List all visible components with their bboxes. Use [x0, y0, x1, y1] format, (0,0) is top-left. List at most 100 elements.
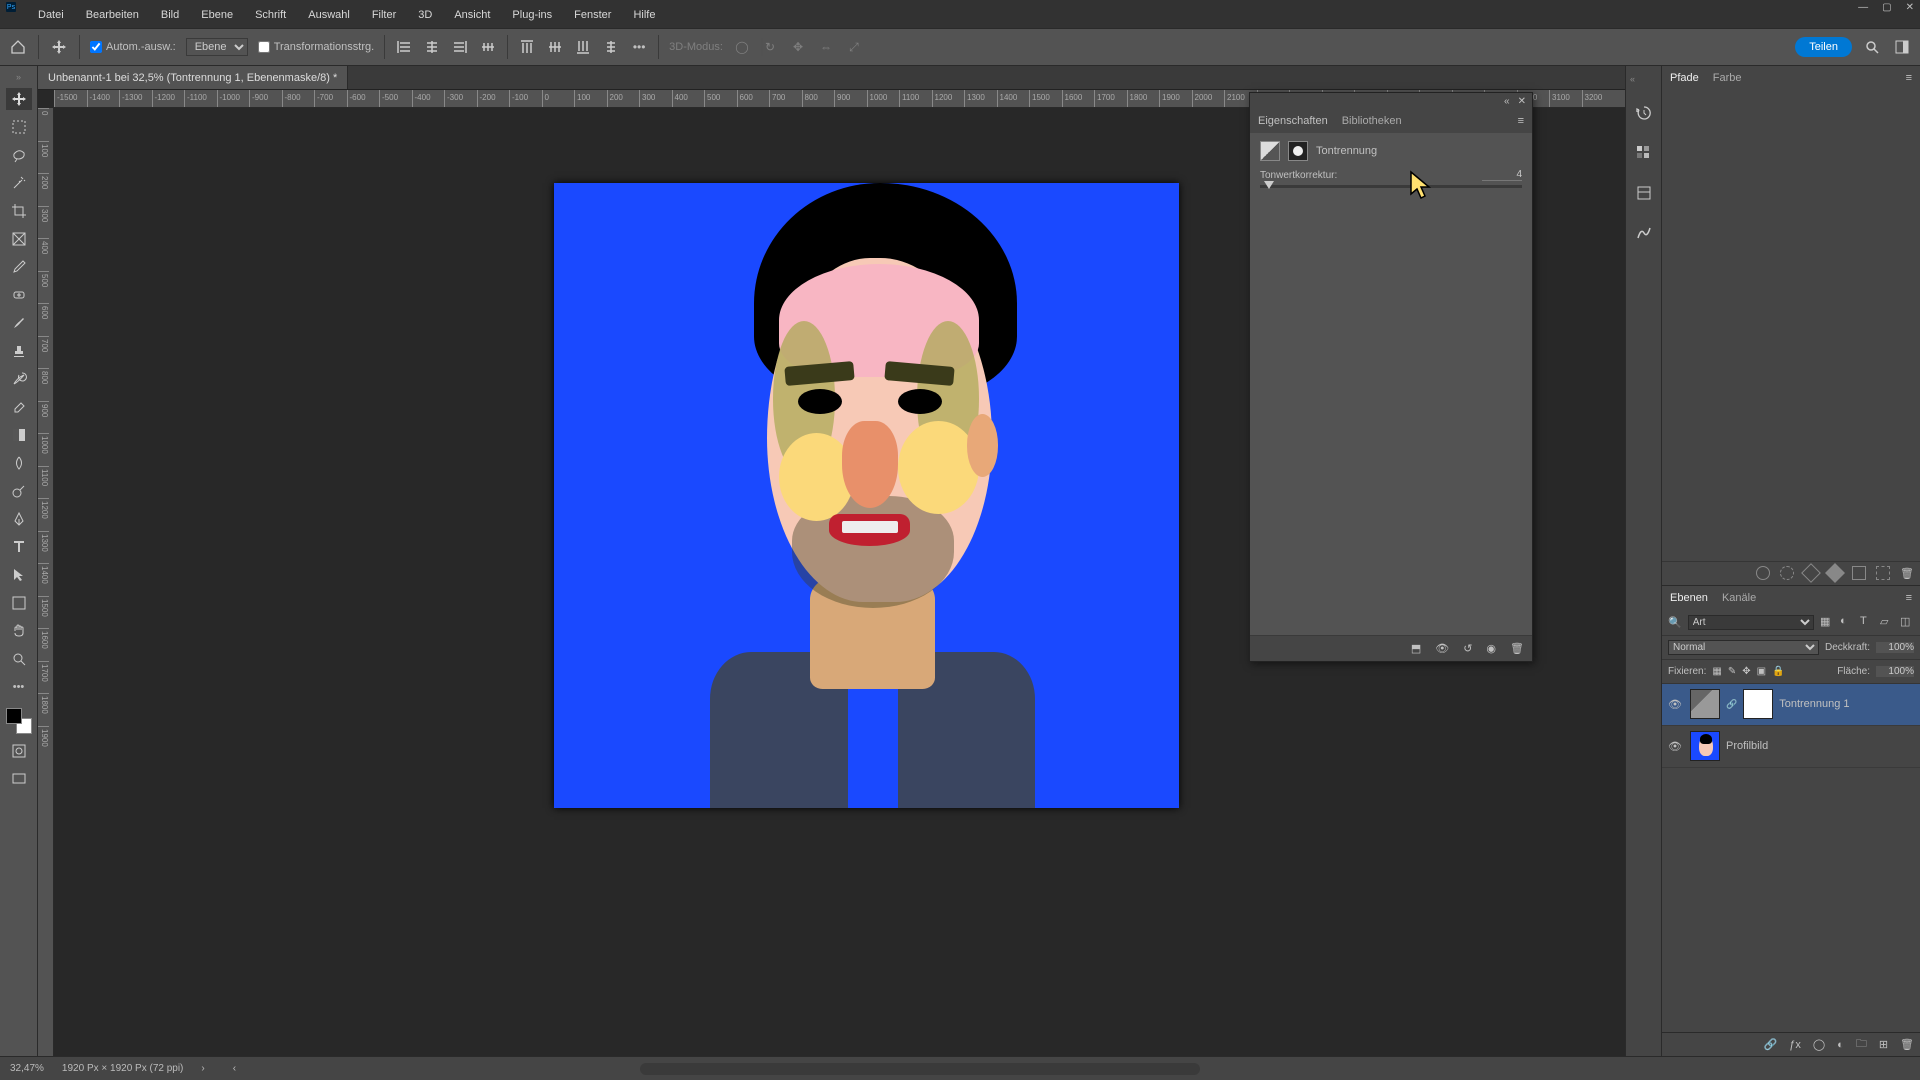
align-left-icon[interactable]	[395, 38, 413, 56]
history-brush-tool[interactable]	[6, 368, 32, 390]
adj-shortcut-4[interactable]	[1825, 563, 1845, 583]
layer-mask-thumb[interactable]	[1743, 689, 1773, 719]
doc-info[interactable]: 1920 Px × 1920 Px (72 ppi)	[62, 1063, 183, 1074]
new-layer-icon[interactable]: ⊞	[1879, 1038, 1888, 1051]
menu-ansicht[interactable]: Ansicht	[450, 9, 494, 21]
marquee-tool[interactable]	[6, 116, 32, 138]
quickmask-icon[interactable]	[6, 740, 32, 762]
window-restore-icon[interactable]: ▢	[1882, 2, 1891, 13]
wand-tool[interactable]	[6, 172, 32, 194]
window-close-icon[interactable]: ✕	[1906, 2, 1914, 13]
align-top-icon[interactable]	[518, 38, 536, 56]
tab-pfade[interactable]: Pfade	[1670, 72, 1699, 84]
tab-farbe[interactable]: Farbe	[1713, 72, 1742, 84]
align-middle-v-icon[interactable]	[546, 38, 564, 56]
fill-field[interactable]	[1876, 666, 1914, 677]
lock-paint-icon[interactable]: ✎	[1728, 666, 1736, 677]
distribute-v-icon[interactable]	[602, 38, 620, 56]
adj-shortcut-2[interactable]	[1780, 566, 1794, 580]
collapse-panel-icon[interactable]: «	[1504, 96, 1510, 107]
scroll-left-icon[interactable]: ‹	[233, 1063, 236, 1074]
layers-menu-icon[interactable]: ≡	[1906, 592, 1912, 604]
opacity-field[interactable]	[1876, 642, 1914, 653]
delete-layer-icon[interactable]: 🗑	[1900, 1038, 1914, 1051]
adjustments-panel-icon[interactable]	[1633, 222, 1655, 244]
lock-position-icon[interactable]: ✥	[1742, 666, 1750, 677]
window-minimize-icon[interactable]: —	[1858, 2, 1868, 13]
panel-menu-icon[interactable]: ≡	[1906, 72, 1912, 84]
zoom-level[interactable]: 32,47%	[10, 1063, 44, 1074]
link-icon[interactable]: 🔗	[1726, 699, 1737, 710]
swatches-panel-icon[interactable]	[1633, 142, 1655, 164]
properties-panel-icon[interactable]	[1633, 182, 1655, 204]
share-button[interactable]: Teilen	[1795, 37, 1852, 57]
layer-item-tontrennung[interactable]: 👁 🔗 Tontrennung 1	[1662, 684, 1920, 726]
menu-bild[interactable]: Bild	[157, 9, 183, 21]
filter-pixel-icon[interactable]: ▦	[1820, 615, 1834, 629]
pen-tool[interactable]	[6, 508, 32, 530]
new-adjustment-icon[interactable]: ◐	[1837, 1039, 1844, 1051]
transform-controls-checkbox[interactable]: Transformationsstrg.	[258, 41, 374, 53]
align-center-h-icon[interactable]	[423, 38, 441, 56]
brush-tool[interactable]	[6, 312, 32, 334]
menu-auswahl[interactable]: Auswahl	[304, 9, 354, 21]
lock-artboard-icon[interactable]: ▣	[1757, 666, 1766, 677]
stamp-tool[interactable]	[6, 340, 32, 362]
layer-item-profilbild[interactable]: 👁 Profilbild	[1662, 726, 1920, 768]
levels-value-field[interactable]	[1482, 169, 1522, 181]
adj-shortcut-1[interactable]	[1756, 566, 1770, 580]
frame-tool[interactable]	[6, 228, 32, 250]
menu-bearbeiten[interactable]: Bearbeiten	[82, 9, 143, 21]
adj-shortcut-trash-icon[interactable]: 🗑	[1900, 567, 1914, 580]
auto-select-checkbox[interactable]: Autom.-ausw.:	[90, 41, 176, 53]
adj-shortcut-5[interactable]	[1852, 566, 1866, 580]
filter-adjust-icon[interactable]: ◐	[1840, 615, 1854, 629]
menu-datei[interactable]: Datei	[34, 9, 68, 21]
align-right-icon[interactable]	[451, 38, 469, 56]
search-icon[interactable]	[1862, 37, 1882, 57]
type-tool[interactable]	[6, 536, 32, 558]
properties-panel[interactable]: « ✕ Eigenschaften Bibliotheken ≡ Tontren…	[1249, 92, 1533, 662]
horizontal-scrollbar[interactable]	[640, 1063, 1200, 1075]
path-select-tool[interactable]	[6, 564, 32, 586]
zoom-tool[interactable]	[6, 648, 32, 670]
close-panel-icon[interactable]: ✕	[1518, 96, 1526, 107]
lasso-tool[interactable]	[6, 144, 32, 166]
eraser-tool[interactable]	[6, 396, 32, 418]
filter-smart-icon[interactable]: ◫	[1900, 615, 1914, 629]
visibility-toggle-icon[interactable]: 👁	[1668, 740, 1684, 753]
adj-shortcut-6[interactable]	[1876, 566, 1890, 580]
home-icon[interactable]	[8, 37, 28, 57]
shape-tool[interactable]	[6, 592, 32, 614]
tab-bibliotheken[interactable]: Bibliotheken	[1342, 115, 1402, 127]
search-layers-icon[interactable]: 🔍	[1668, 616, 1682, 629]
adj-shortcut-3[interactable]	[1801, 563, 1821, 583]
mask-icon[interactable]	[1288, 141, 1308, 161]
blend-mode-select[interactable]: Normal	[1668, 640, 1819, 655]
document-tab[interactable]: Unbenannt-1 bei 32,5% (Tontrennung 1, Eb…	[38, 66, 348, 89]
layer-name[interactable]: Tontrennung 1	[1779, 698, 1849, 710]
blur-tool[interactable]	[6, 452, 32, 474]
delete-adjustment-icon[interactable]: 🗑	[1510, 642, 1524, 655]
toggle-visibility-icon[interactable]: 👁	[1435, 642, 1449, 655]
menu-3d[interactable]: 3D	[414, 9, 436, 21]
eyedropper-tool[interactable]	[6, 256, 32, 278]
align-bottom-icon[interactable]	[574, 38, 592, 56]
panel-menu-icon[interactable]: ≡	[1518, 115, 1524, 127]
history-panel-icon[interactable]	[1633, 102, 1655, 124]
screenmode-icon[interactable]	[6, 768, 32, 790]
move-tool[interactable]	[6, 88, 32, 110]
gradient-tool[interactable]	[6, 424, 32, 446]
preview-icon[interactable]: ◉	[1486, 642, 1496, 655]
tab-eigenschaften[interactable]: Eigenschaften	[1258, 115, 1328, 127]
distribute-h-icon[interactable]	[479, 38, 497, 56]
menu-filter[interactable]: Filter	[368, 9, 400, 21]
new-group-icon[interactable]: 🗀	[1856, 1035, 1867, 1054]
menu-plugins[interactable]: Plug-ins	[508, 9, 556, 21]
workspace-icon[interactable]	[1892, 37, 1912, 57]
layer-style-icon[interactable]: ƒx	[1789, 1039, 1801, 1051]
menu-fenster[interactable]: Fenster	[570, 9, 615, 21]
menu-hilfe[interactable]: Hilfe	[629, 9, 659, 21]
more-align-icon[interactable]: •••	[630, 38, 648, 56]
layer-mask-icon[interactable]: ◯	[1813, 1038, 1825, 1051]
